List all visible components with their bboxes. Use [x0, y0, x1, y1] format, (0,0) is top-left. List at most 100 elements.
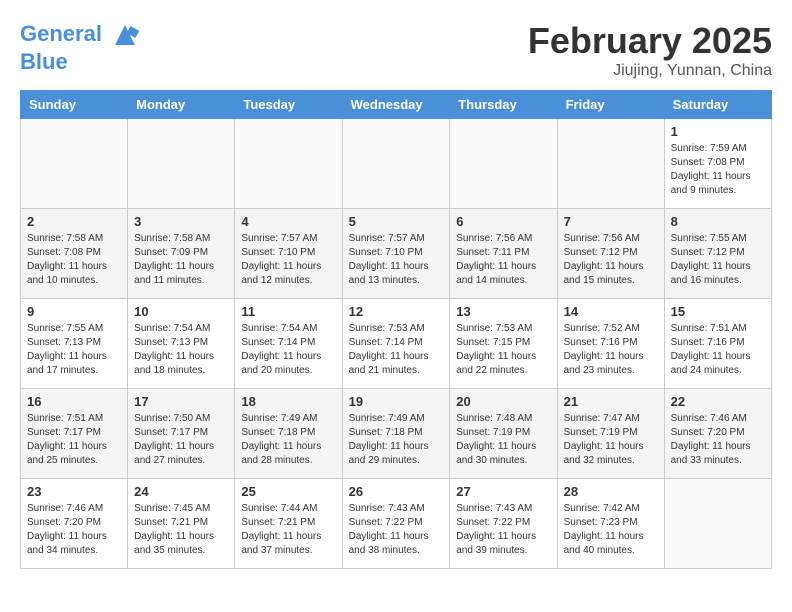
calendar-cell: 23 Sunrise: 7:46 AM Sunset: 7:20 PM Dayli… — [21, 479, 128, 569]
weekday-header-wednesday: Wednesday — [342, 91, 450, 119]
calendar-cell: 8Sunrise: 7:55 AM Sunset: 7:12 PM Daylig… — [664, 209, 771, 299]
calendar-cell: 2 Sunrise: 7:58 AM Sunset: 7:08 PM Daylig… — [21, 209, 128, 299]
calendar-cell: 3Sunrise: 7:58 AM Sunset: 7:09 PM Daylig… — [128, 209, 235, 299]
day-detail: Sunrise: 7:46 AM Sunset: 7:20 PM Dayligh… — [671, 412, 765, 468]
calendar-table: SundayMondayTuesdayWednesdayThursdayFrid… — [20, 90, 772, 569]
day-detail: Sunrise: 7:50 AM Sunset: 7:17 PM Dayligh… — [134, 412, 228, 468]
day-number: 9 — [27, 304, 121, 319]
day-number: 28 — [564, 484, 658, 499]
week-row-1: 1 Sunrise: 7:59 AM Sunset: 7:08 PM Daylig… — [21, 119, 772, 209]
day-number: 4 — [241, 214, 335, 229]
day-number: 1 — [671, 124, 765, 139]
logo-text: General — [20, 20, 140, 50]
day-number: 27 — [456, 484, 550, 499]
day-detail: Sunrise: 7:54 AM Sunset: 7:14 PM Dayligh… — [241, 322, 335, 378]
calendar-cell: 12Sunrise: 7:53 AM Sunset: 7:14 PM Dayli… — [342, 299, 450, 389]
day-number: 5 — [349, 214, 444, 229]
day-number: 18 — [241, 394, 335, 409]
day-number: 22 — [671, 394, 765, 409]
day-detail: Sunrise: 7:48 AM Sunset: 7:19 PM Dayligh… — [456, 412, 550, 468]
day-detail: Sunrise: 7:51 AM Sunset: 7:17 PM Dayligh… — [27, 412, 121, 468]
weekday-header-tuesday: Tuesday — [235, 91, 342, 119]
day-detail: Sunrise: 7:52 AM Sunset: 7:16 PM Dayligh… — [564, 322, 658, 378]
day-detail: Sunrise: 7:58 AM Sunset: 7:09 PM Dayligh… — [134, 232, 228, 288]
day-detail: Sunrise: 7:55 AM Sunset: 7:12 PM Dayligh… — [671, 232, 765, 288]
day-detail: Sunrise: 7:51 AM Sunset: 7:16 PM Dayligh… — [671, 322, 765, 378]
day-detail: Sunrise: 7:49 AM Sunset: 7:18 PM Dayligh… — [241, 412, 335, 468]
calendar-cell — [342, 119, 450, 209]
day-detail: Sunrise: 7:56 AM Sunset: 7:12 PM Dayligh… — [564, 232, 658, 288]
day-detail: Sunrise: 7:53 AM Sunset: 7:15 PM Dayligh… — [456, 322, 550, 378]
day-number: 24 — [134, 484, 228, 499]
day-number: 7 — [564, 214, 658, 229]
calendar-cell: 15 Sunrise: 7:51 AM Sunset: 7:16 PM Dayli… — [664, 299, 771, 389]
calendar-cell: 22 Sunrise: 7:46 AM Sunset: 7:20 PM Dayli… — [664, 389, 771, 479]
calendar-cell: 14 Sunrise: 7:52 AM Sunset: 7:16 PM Dayli… — [557, 299, 664, 389]
day-number: 10 — [134, 304, 228, 319]
day-number: 13 — [456, 304, 550, 319]
week-row-3: 9 Sunrise: 7:55 AM Sunset: 7:13 PM Daylig… — [21, 299, 772, 389]
day-detail: Sunrise: 7:59 AM Sunset: 7:08 PM Dayligh… — [671, 142, 765, 198]
calendar-cell — [235, 119, 342, 209]
calendar-cell: 11 Sunrise: 7:54 AM Sunset: 7:14 PM Dayli… — [235, 299, 342, 389]
month-title: February 2025 — [528, 20, 772, 62]
calendar-cell: 10 Sunrise: 7:54 AM Sunset: 7:13 PM Dayli… — [128, 299, 235, 389]
day-detail: Sunrise: 7:55 AM Sunset: 7:13 PM Dayligh… — [27, 322, 121, 378]
logo-blue: Blue — [20, 50, 140, 74]
day-number: 2 — [27, 214, 121, 229]
day-detail: Sunrise: 7:45 AM Sunset: 7:21 PM Dayligh… — [134, 502, 228, 558]
calendar-cell: 9 Sunrise: 7:55 AM Sunset: 7:13 PM Daylig… — [21, 299, 128, 389]
day-number: 26 — [349, 484, 444, 499]
day-detail: Sunrise: 7:46 AM Sunset: 7:20 PM Dayligh… — [27, 502, 121, 558]
calendar-cell: 19 Sunrise: 7:49 AM Sunset: 7:18 PM Dayli… — [342, 389, 450, 479]
calendar-cell — [21, 119, 128, 209]
day-detail: Sunrise: 7:58 AM Sunset: 7:08 PM Dayligh… — [27, 232, 121, 288]
day-number: 23 — [27, 484, 121, 499]
weekday-header-sunday: Sunday — [21, 91, 128, 119]
day-number: 14 — [564, 304, 658, 319]
day-number: 12 — [349, 304, 444, 319]
calendar-cell: 13 Sunrise: 7:53 AM Sunset: 7:15 PM Dayli… — [450, 299, 557, 389]
weekday-header-monday: Monday — [128, 91, 235, 119]
calendar-cell — [557, 119, 664, 209]
week-row-5: 23 Sunrise: 7:46 AM Sunset: 7:20 PM Dayli… — [21, 479, 772, 569]
weekday-header-saturday: Saturday — [664, 91, 771, 119]
calendar-cell: 21Sunrise: 7:47 AM Sunset: 7:19 PM Dayli… — [557, 389, 664, 479]
weekday-header-thursday: Thursday — [450, 91, 557, 119]
day-number: 20 — [456, 394, 550, 409]
day-number: 11 — [241, 304, 335, 319]
day-number: 16 — [27, 394, 121, 409]
calendar-cell: 25 Sunrise: 7:44 AM Sunset: 7:21 PM Dayli… — [235, 479, 342, 569]
day-number: 19 — [349, 394, 444, 409]
day-detail: Sunrise: 7:43 AM Sunset: 7:22 PM Dayligh… — [349, 502, 444, 558]
day-number: 17 — [134, 394, 228, 409]
calendar-cell — [128, 119, 235, 209]
calendar-cell: 4 Sunrise: 7:57 AM Sunset: 7:10 PM Daylig… — [235, 209, 342, 299]
logo: General Blue — [20, 20, 140, 74]
day-number: 15 — [671, 304, 765, 319]
day-detail: Sunrise: 7:57 AM Sunset: 7:10 PM Dayligh… — [241, 232, 335, 288]
location-subtitle: Jiujing, Yunnan, China — [528, 62, 772, 80]
day-detail: Sunrise: 7:49 AM Sunset: 7:18 PM Dayligh… — [349, 412, 444, 468]
day-number: 6 — [456, 214, 550, 229]
day-detail: Sunrise: 7:56 AM Sunset: 7:11 PM Dayligh… — [456, 232, 550, 288]
week-row-2: 2 Sunrise: 7:58 AM Sunset: 7:08 PM Daylig… — [21, 209, 772, 299]
day-number: 25 — [241, 484, 335, 499]
day-detail: Sunrise: 7:43 AM Sunset: 7:22 PM Dayligh… — [456, 502, 550, 558]
day-detail: Sunrise: 7:54 AM Sunset: 7:13 PM Dayligh… — [134, 322, 228, 378]
calendar-cell: 26 Sunrise: 7:43 AM Sunset: 7:22 PM Dayli… — [342, 479, 450, 569]
calendar-cell: 1 Sunrise: 7:59 AM Sunset: 7:08 PM Daylig… — [664, 119, 771, 209]
week-row-4: 16 Sunrise: 7:51 AM Sunset: 7:17 PM Dayli… — [21, 389, 772, 479]
calendar-cell: 17 Sunrise: 7:50 AM Sunset: 7:17 PM Dayli… — [128, 389, 235, 479]
calendar-cell: 7 Sunrise: 7:56 AM Sunset: 7:12 PM Daylig… — [557, 209, 664, 299]
calendar-cell — [450, 119, 557, 209]
title-block: February 2025 Jiujing, Yunnan, China — [528, 20, 772, 80]
day-detail: Sunrise: 7:44 AM Sunset: 7:21 PM Dayligh… — [241, 502, 335, 558]
calendar-cell: 28 Sunrise: 7:42 AM Sunset: 7:23 PM Dayli… — [557, 479, 664, 569]
calendar-cell: 20 Sunrise: 7:48 AM Sunset: 7:19 PM Dayli… — [450, 389, 557, 479]
day-detail: Sunrise: 7:47 AM Sunset: 7:19 PM Dayligh… — [564, 412, 658, 468]
calendar-cell: 5 Sunrise: 7:57 AM Sunset: 7:10 PM Daylig… — [342, 209, 450, 299]
day-detail: Sunrise: 7:57 AM Sunset: 7:10 PM Dayligh… — [349, 232, 444, 288]
day-detail: Sunrise: 7:42 AM Sunset: 7:23 PM Dayligh… — [564, 502, 658, 558]
calendar-cell: 18 Sunrise: 7:49 AM Sunset: 7:18 PM Dayli… — [235, 389, 342, 479]
